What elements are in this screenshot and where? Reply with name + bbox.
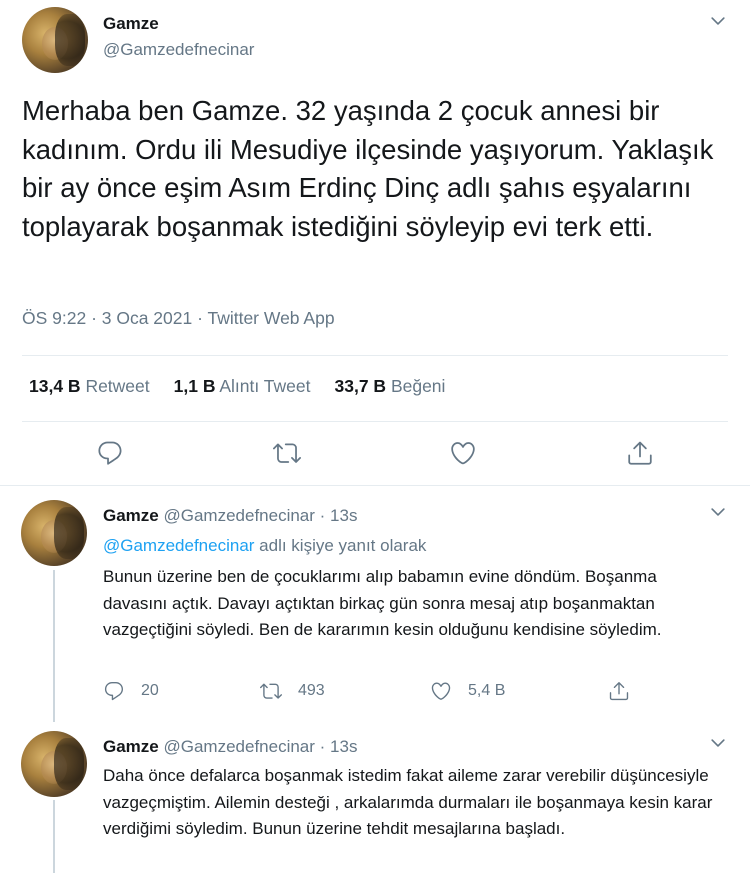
reply-text: Bunun üzerine ben de çocuklarımı alıp ba… <box>103 567 662 639</box>
share-icon <box>609 682 629 701</box>
share-button[interactable] <box>608 680 646 702</box>
heart-icon <box>451 442 475 465</box>
reply-to-suffix: adlı kişiye yanıt olarak <box>254 536 427 555</box>
divider <box>0 485 750 486</box>
chevron-down-icon[interactable] <box>708 11 728 31</box>
thread-line <box>53 570 55 722</box>
thread-line <box>53 800 55 873</box>
retweet-icon <box>273 443 301 463</box>
reply-context: @Gamzedefnecinar adlı kişiye yanıt olara… <box>103 536 426 556</box>
reply-button[interactable] <box>96 439 124 467</box>
like-count: 33,7 B <box>334 376 387 396</box>
like-stat[interactable]: 33,7 B Beğeni <box>335 376 446 396</box>
reply-icon <box>98 441 122 465</box>
divider <box>22 421 728 422</box>
quote-stat[interactable]: 1,1 B Alıntı Tweet <box>174 376 311 396</box>
like-label: Beğeni <box>390 376 446 396</box>
like-count: 5,4 B <box>468 682 506 699</box>
display-name[interactable]: Gamze <box>103 506 159 525</box>
tweet-text: Merhaba ben Gamze. 32 yaşında 2 çocuk an… <box>22 95 714 242</box>
display-name[interactable]: Gamze <box>103 14 159 34</box>
share-icon <box>628 441 652 465</box>
avatar[interactable] <box>21 731 87 797</box>
retweet-icon <box>260 683 282 699</box>
retweet-count: 493 <box>298 682 325 699</box>
share-button[interactable] <box>626 439 654 467</box>
retweet-label: Retweet <box>85 376 150 396</box>
tweet-meta[interactable]: ÖS 9:22 · 3 Oca 2021 · Twitter Web App <box>22 308 335 329</box>
avatar[interactable] <box>22 7 88 73</box>
reply-text: Daha önce defalarca boşanmak istedim fak… <box>103 766 713 838</box>
retweet-count: 13,4 B <box>29 376 81 396</box>
handle-time[interactable]: @Gamzedefnecinar · 13s <box>163 737 357 756</box>
retweet-button[interactable] <box>273 439 301 467</box>
handle[interactable]: @Gamzedefnecinar <box>103 40 254 60</box>
divider <box>22 355 728 356</box>
reply-header: Gamze @Gamzedefnecinar · 13s <box>103 737 357 757</box>
quote-label: Alıntı Tweet <box>219 376 311 396</box>
like-button[interactable]: 5,4 B <box>430 680 505 702</box>
reply-count: 20 <box>141 682 159 699</box>
reply-icon <box>104 682 124 701</box>
heart-icon <box>431 682 451 700</box>
handle-time[interactable]: @Gamzedefnecinar · 13s <box>163 506 357 525</box>
like-button[interactable] <box>449 439 477 467</box>
retweet-button[interactable]: 493 <box>260 680 325 702</box>
quote-count: 1,1 B <box>173 376 216 396</box>
reply-to-link[interactable]: @Gamzedefnecinar <box>103 536 254 555</box>
chevron-down-icon[interactable] <box>708 733 728 753</box>
chevron-down-icon[interactable] <box>708 502 728 522</box>
tweet-stats: 13,4 B Retweet 1,1 B Alıntı Tweet 33,7 B B… <box>29 376 445 397</box>
reply-header: Gamze @Gamzedefnecinar · 13s <box>103 506 357 526</box>
display-name[interactable]: Gamze <box>103 737 159 756</box>
retweet-stat[interactable]: 13,4 B Retweet <box>29 376 150 396</box>
reply-button[interactable]: 20 <box>103 680 159 702</box>
avatar[interactable] <box>21 500 87 566</box>
